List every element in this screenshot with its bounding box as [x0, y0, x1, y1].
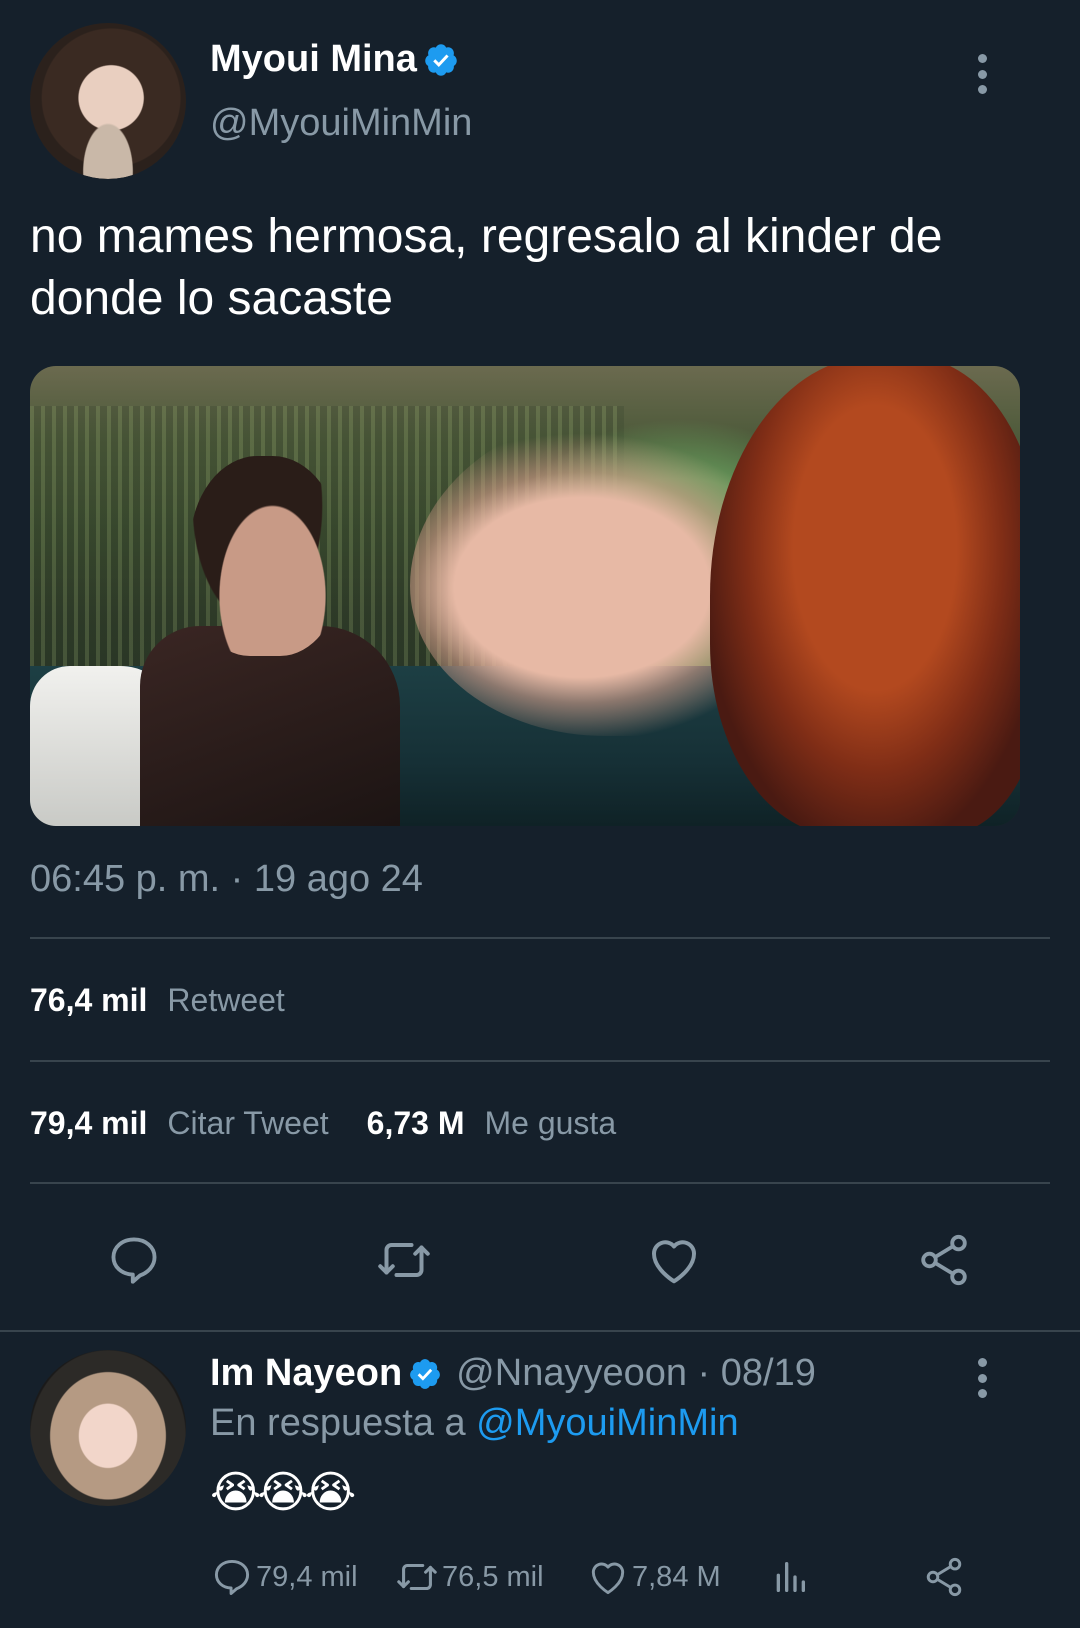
reply-author-avatar[interactable]	[30, 1350, 186, 1506]
reply-author-name[interactable]: Im Nayeon	[210, 1352, 402, 1395]
reply-like-button[interactable]: 7,84 M	[586, 1552, 721, 1602]
quotes-count[interactable]: 79,4 mil	[30, 1105, 147, 1142]
reply-author-row[interactable]: Im Nayeon @Nnayyeoon · 08/19	[210, 1352, 816, 1395]
reply-retweet-count: 76,5 mil	[442, 1560, 544, 1593]
author-handle[interactable]: @MyouiMinMin	[210, 102, 472, 145]
quotes-label[interactable]: Citar Tweet	[167, 1105, 328, 1142]
reply-action-bar: 79,4 mil 76,5 mil 7,84 M	[210, 1552, 1020, 1602]
reply-more-options-button[interactable]	[974, 1358, 990, 1398]
tweet-timestamp[interactable]: 06:45 p. m. · 19 ago 24	[30, 858, 423, 901]
likes-count[interactable]: 6,73 M	[367, 1105, 465, 1142]
retweets-count: 76,4 mil	[30, 982, 148, 1018]
reply-retweet-button[interactable]: 76,5 mil	[394, 1552, 544, 1602]
author-name[interactable]: Myoui Mina	[210, 38, 417, 81]
reply-mention-link[interactable]: @MyouiMinMin	[476, 1402, 738, 1444]
reply-text: 😭😭😭	[210, 1468, 356, 1517]
retweets-stat[interactable]: 76,4 mil Retweet	[30, 982, 285, 1019]
verified-badge-icon	[425, 43, 457, 76]
divider	[30, 1182, 1050, 1184]
more-options-button[interactable]	[974, 54, 990, 94]
retweet-icon	[378, 1243, 430, 1277]
reply-reply-count: 79,4 mil	[256, 1560, 358, 1593]
reply-like-count: 7,84 M	[632, 1560, 721, 1593]
author-name-row[interactable]: Myoui Mina	[210, 38, 459, 81]
quote-like-stats: 79,4 mil Citar Tweet 6,73 M Me gusta	[30, 1105, 616, 1142]
retweet-button[interactable]	[374, 1230, 434, 1290]
divider	[0, 1330, 1080, 1332]
reply-share-button[interactable]	[922, 1552, 966, 1602]
divider	[30, 937, 1050, 939]
retweet-icon	[397, 1563, 437, 1591]
reply-button[interactable]	[104, 1230, 164, 1290]
retweets-label: Retweet	[167, 982, 285, 1018]
share-icon	[921, 1234, 967, 1286]
analytics-icon	[776, 1562, 805, 1592]
tweet-text: no mames hermosa, regresalo al kinder de…	[30, 210, 943, 325]
reply-icon	[214, 1559, 250, 1595]
author-avatar[interactable]	[30, 23, 186, 179]
like-icon	[591, 1562, 625, 1595]
verified-badge-icon	[410, 1358, 441, 1389]
share-button[interactable]	[914, 1230, 974, 1290]
like-icon	[651, 1240, 697, 1284]
divider	[30, 1060, 1050, 1062]
likes-label[interactable]: Me gusta	[484, 1105, 616, 1142]
more-vertical-icon	[977, 1358, 987, 1367]
tweet-media-image[interactable]	[30, 366, 1020, 826]
reply-context: En respuesta a @MyouiMinMin	[210, 1402, 739, 1445]
tweet-detail-page: Myoui Mina @MyouiMinMin no mames hermosa…	[0, 0, 1080, 1628]
reply-context-prefix: En respuesta a	[210, 1402, 477, 1444]
tweet-action-bar	[0, 1216, 1080, 1296]
like-button[interactable]	[644, 1230, 704, 1290]
reply-icon	[111, 1237, 157, 1284]
reply-analytics-button[interactable]	[770, 1552, 810, 1602]
share-icon	[926, 1557, 962, 1597]
reply-author-handle[interactable]: @Nnayyeoon · 08/19	[456, 1352, 816, 1395]
more-vertical-icon	[977, 54, 987, 63]
reply-reply-button[interactable]: 79,4 mil	[210, 1552, 358, 1602]
